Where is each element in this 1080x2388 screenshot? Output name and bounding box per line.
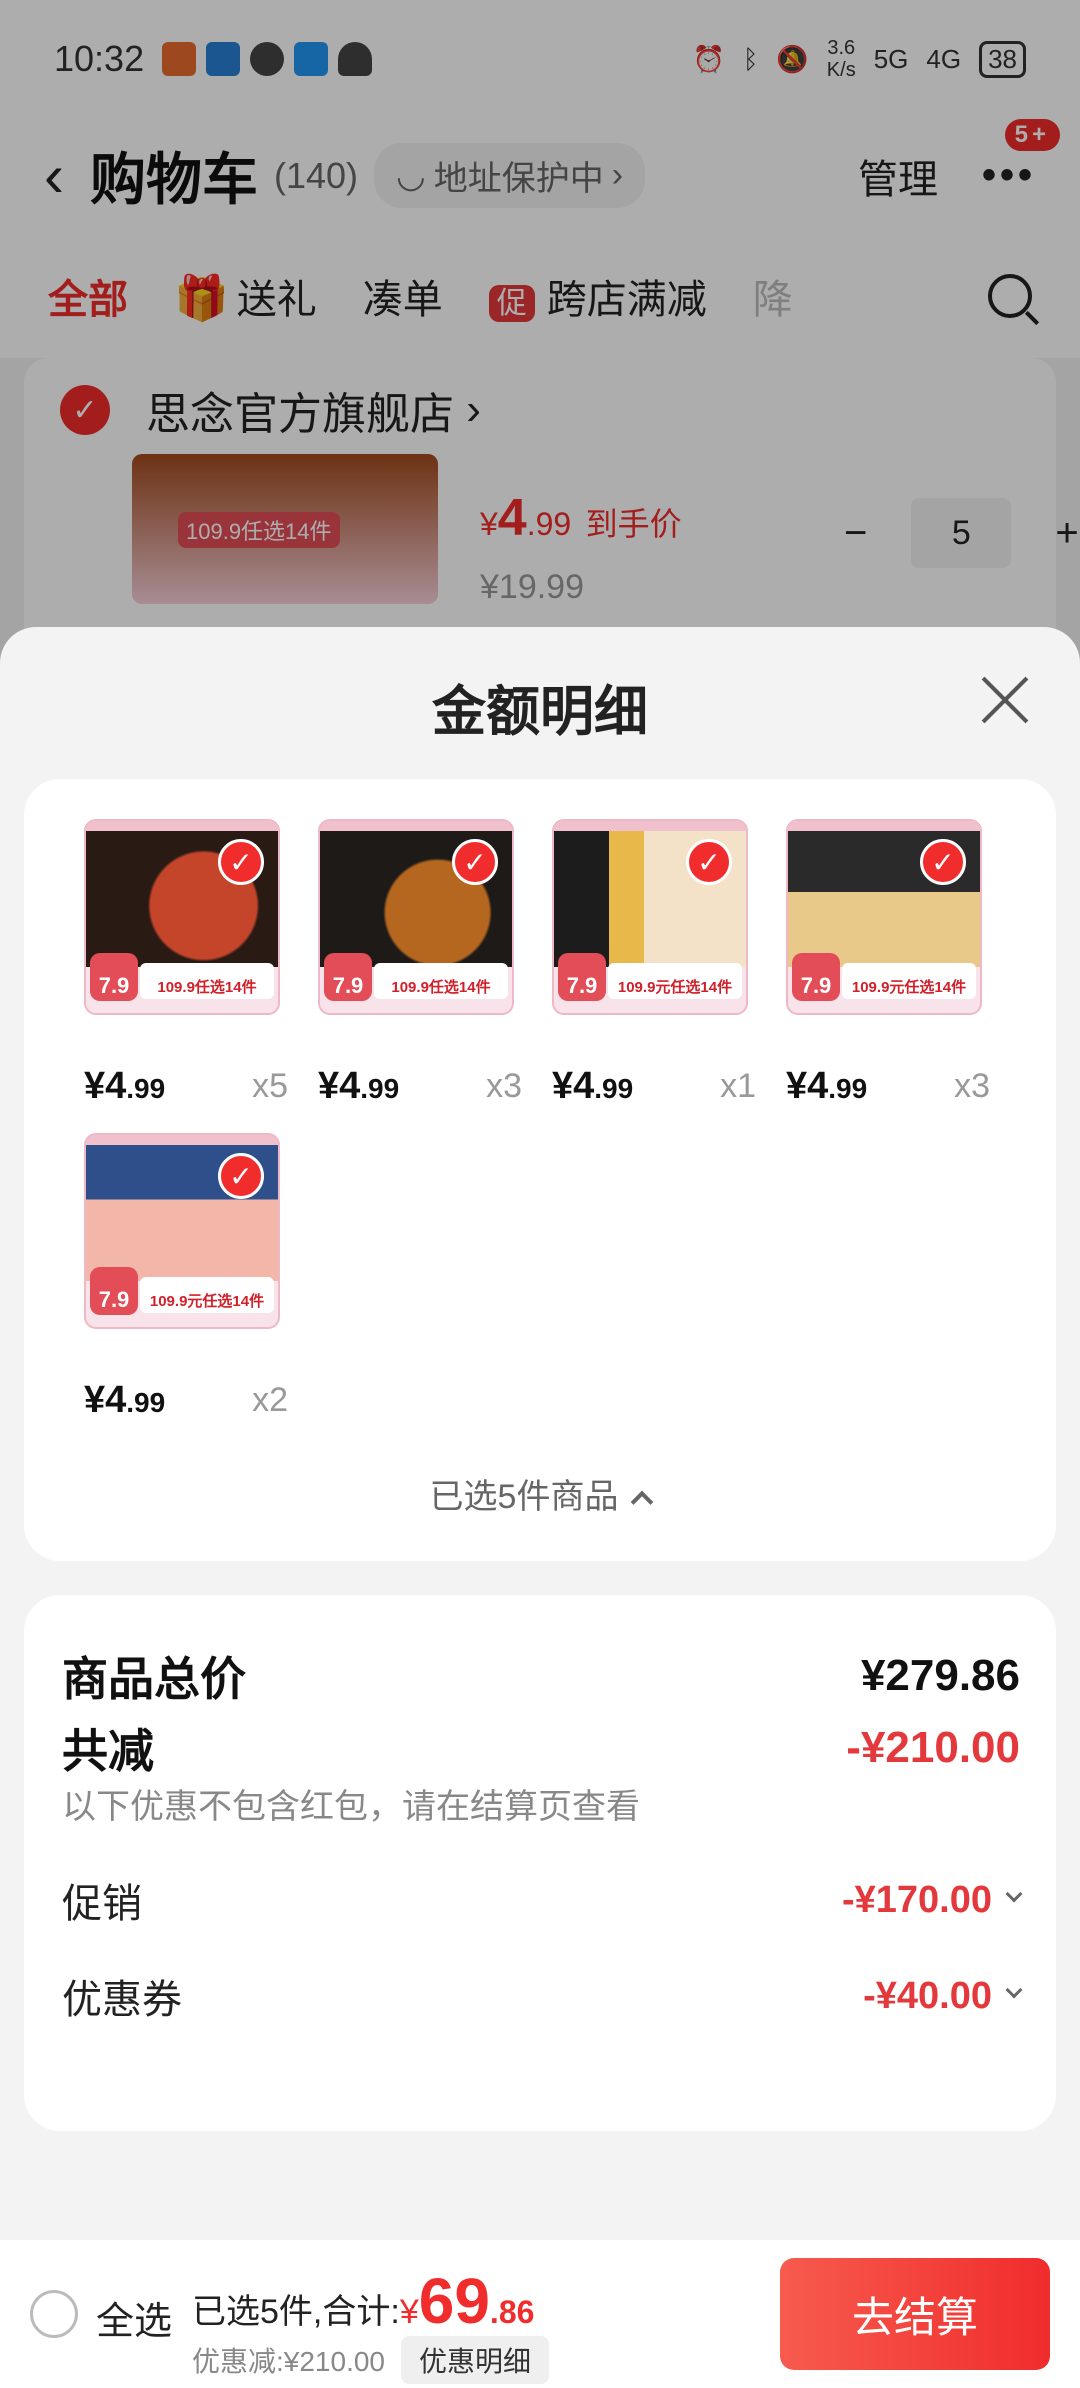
checkout-button[interactable]: 去结算	[780, 2258, 1050, 2370]
item-thumbnail: ✓ 7.9 109.9任选14件	[318, 819, 514, 1015]
coupon-value: -¥40.00	[863, 1974, 992, 2017]
total-summary: 已选5件,合计: ¥ 69 .86	[192, 2265, 535, 2337]
reduction-label: 共减	[62, 1725, 154, 1777]
reduction-row: 共减 -¥210.00	[62, 1715, 1020, 1781]
check-icon: ✓	[686, 839, 732, 885]
amount-detail-sheet: 金额明细 ✓ 7.9 109.9任选14件 ¥4.99 x5 ✓ 7.9 109…	[0, 627, 1080, 2388]
promo-row[interactable]: 促销 -¥170.00	[62, 1871, 1023, 1929]
select-all-label[interactable]: 全选	[96, 2290, 172, 2345]
ref-price-tag: 7.9	[90, 953, 138, 1001]
detail-chip-button[interactable]: 优惠明细	[401, 2336, 550, 2384]
coupon-row[interactable]: 优惠券 -¥40.00	[62, 1967, 1023, 2025]
item-price: ¥4.99	[84, 1379, 166, 1421]
check-icon: ✓	[452, 839, 498, 885]
ref-price-tag: 7.9	[792, 953, 840, 1001]
checkout-bar: 全选 已选5件,合计: ¥ 69 .86 优惠减:¥210.00 优惠明细 去结…	[0, 2240, 1080, 2388]
item-thumbnail: ✓ 7.9 109.9元任选14件	[786, 819, 982, 1015]
chevron-up-icon	[631, 1490, 654, 1514]
item-quantity: x3	[486, 1067, 522, 1105]
promo-band: 109.9元任选14件	[140, 1277, 274, 1313]
selected-item[interactable]: ✓ 7.9 109.9任选14件 ¥4.99 x5	[84, 819, 288, 1107]
item-price: ¥4.99	[552, 1065, 634, 1107]
chevron-down-icon	[1005, 1981, 1023, 1999]
total-amount: 69	[418, 2265, 490, 2337]
promo-value: -¥170.00	[841, 1878, 992, 1921]
item-quantity: x2	[252, 1381, 288, 1419]
check-icon: ✓	[218, 839, 264, 885]
selected-item[interactable]: ✓ 7.9 109.9任选14件 ¥4.99 x3	[318, 819, 522, 1107]
item-thumbnail: ✓ 7.9 109.9元任选14件	[552, 819, 748, 1015]
coupon-label: 优惠券	[62, 1978, 182, 2022]
reduction-note-row: 以下优惠不包含红包，请在结算页查看	[62, 1779, 1020, 1828]
sheet-title: 金额明细	[432, 682, 648, 742]
promo-band: 109.9元任选14件	[842, 963, 976, 999]
item-price: ¥4.99	[84, 1065, 166, 1107]
promo-band: 109.9任选14件	[140, 963, 274, 999]
ref-price-tag: 7.9	[324, 953, 372, 1001]
item-price: ¥4.99	[786, 1065, 868, 1107]
item-price: ¥4.99	[318, 1065, 400, 1107]
close-icon[interactable]	[978, 673, 1032, 727]
selected-item[interactable]: ✓ 7.9 109.9元任选14件 ¥4.99 x3	[786, 819, 990, 1107]
promo-label: 促销	[62, 1882, 142, 1926]
selected-item[interactable]: ✓ 7.9 109.9元任选14件 ¥4.99 x1	[552, 819, 756, 1107]
item-quantity: x1	[720, 1067, 756, 1105]
ref-price-tag: 7.9	[558, 953, 606, 1001]
goods-total-value: ¥279.86	[860, 1651, 1020, 1700]
goods-total-row: 商品总价 ¥279.86	[62, 1643, 1020, 1709]
item-thumbnail: ✓ 7.9 109.9任选14件	[84, 819, 280, 1015]
selected-item[interactable]: ✓ 7.9 109.9元任选14件 ¥4.99 x2	[84, 1133, 288, 1421]
goods-total-label: 商品总价	[62, 1653, 246, 1705]
reduction-note: 以下优惠不包含红包，请在结算页查看	[62, 1788, 640, 1826]
check-icon: ✓	[218, 1153, 264, 1199]
selected-items-card: ✓ 7.9 109.9任选14件 ¥4.99 x5 ✓ 7.9 109.9任选1…	[24, 779, 1056, 1561]
item-quantity: x5	[252, 1067, 288, 1105]
discount-amount: 优惠减:¥210.00	[192, 2346, 385, 2377]
item-quantity: x3	[954, 1067, 990, 1105]
check-icon: ✓	[920, 839, 966, 885]
select-all-radio[interactable]	[30, 2290, 78, 2338]
reduction-value: -¥210.00	[846, 1723, 1020, 1772]
selected-summary-toggle[interactable]: 已选5件商品	[24, 1469, 1056, 1518]
item-thumbnail: ✓ 7.9 109.9元任选14件	[84, 1133, 280, 1329]
discount-line: 优惠减:¥210.00 优惠明细	[192, 2336, 550, 2384]
promo-band: 109.9元任选14件	[608, 963, 742, 999]
chevron-down-icon	[1005, 1885, 1023, 1903]
promo-band: 109.9任选14件	[374, 963, 508, 999]
ref-price-tag: 7.9	[90, 1267, 138, 1315]
totals-card: 商品总价 ¥279.86 共减 -¥210.00 以下优惠不包含红包，请在结算页…	[24, 1595, 1056, 2131]
